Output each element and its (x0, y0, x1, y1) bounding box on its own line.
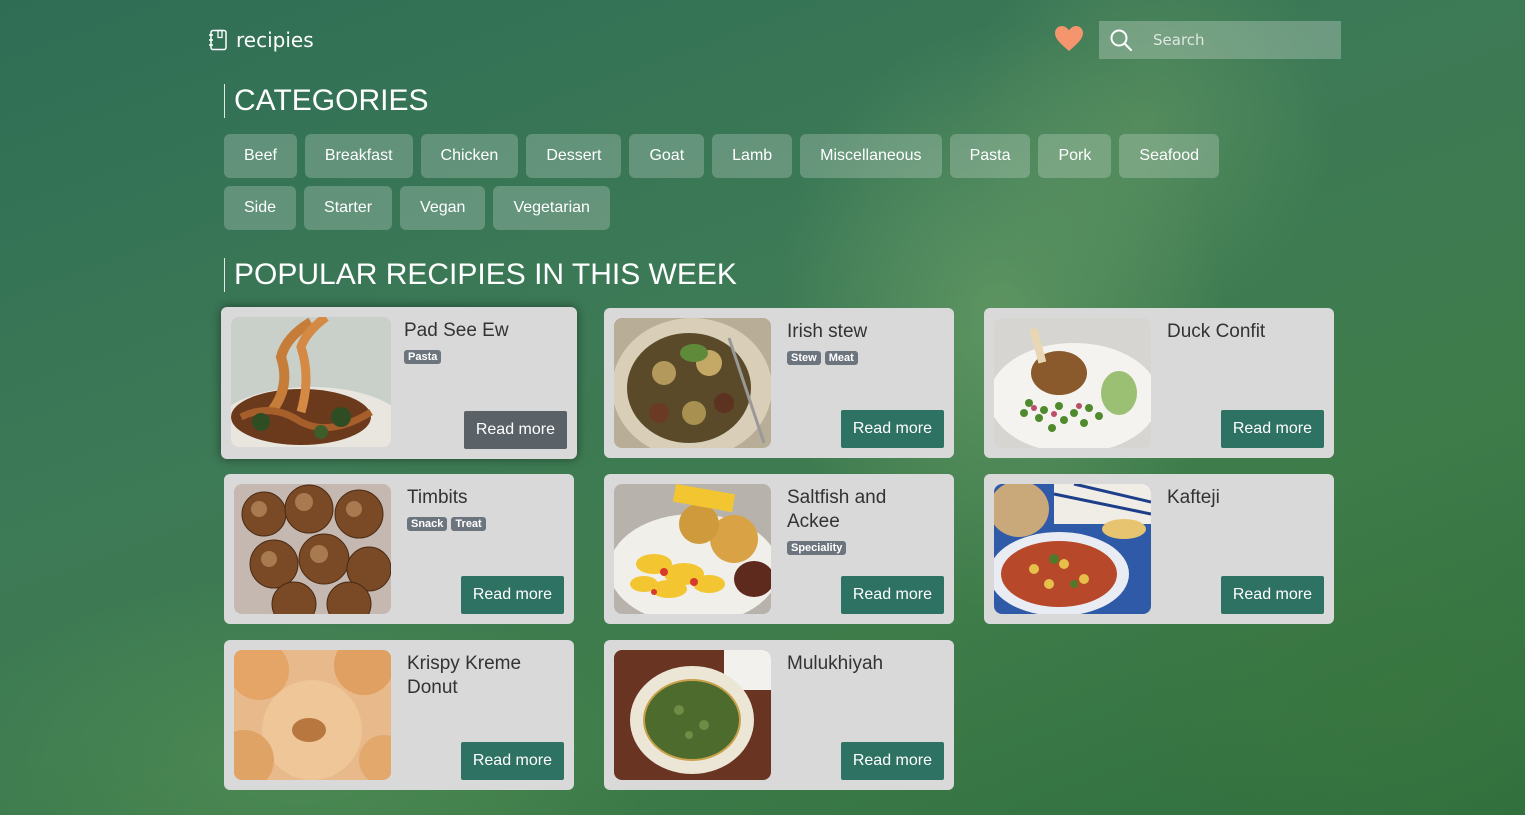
read-more-button[interactable]: Read more (840, 742, 944, 780)
recipe-title: Duck Confit (1167, 321, 1266, 342)
recipe-title: Irish stew (787, 321, 868, 342)
recipe-tag: Speciality (787, 541, 847, 555)
category-button-vegetarian[interactable]: Vegetarian (493, 186, 610, 230)
read-more-button[interactable]: Read more (840, 576, 944, 614)
timbits-photo (234, 484, 391, 614)
categories-heading: CATEGORIES (224, 84, 428, 118)
recipe-card: Mulukhiyah Read more (604, 640, 954, 790)
category-button-pasta[interactable]: Pasta (949, 134, 1031, 178)
stew-photo (614, 318, 771, 448)
recipe-tag: Meat (824, 351, 858, 365)
recipe-card: Kafteji Read more (984, 474, 1334, 624)
donut-photo (234, 650, 391, 780)
category-button-dessert[interactable]: Dessert (526, 134, 622, 178)
category-button-side[interactable]: Side (224, 186, 297, 230)
tag-list: Stew Meat (787, 351, 858, 365)
category-button-vegan[interactable]: Vegan (400, 186, 486, 230)
category-button-miscellaneous[interactable]: Miscellaneous (800, 134, 942, 178)
recipe-tag: Pasta (404, 350, 442, 364)
recipe-title: Pad See Ew (404, 320, 509, 341)
read-more-button[interactable]: Read more (1220, 410, 1324, 448)
category-button-lamb[interactable]: Lamb (712, 134, 793, 178)
category-button-goat[interactable]: Goat (629, 134, 705, 178)
category-button-beef[interactable]: Beef (224, 134, 297, 178)
logo-text: recipies (236, 28, 314, 52)
recipe-card: Saltfish and Ackee Speciality Read more (604, 474, 954, 624)
recipe-card: Irish stew Stew Meat Read more (604, 308, 954, 458)
category-button-breakfast[interactable]: Breakfast (304, 134, 413, 178)
recipe-title: Saltfish and Ackee (787, 487, 887, 532)
recipe-title: Krispy Kreme Donut (407, 653, 522, 698)
kafteji-photo (994, 484, 1151, 614)
read-more-button[interactable]: Read more (460, 576, 564, 614)
category-list: Beef Breakfast Chicken Dessert Goat Lamb… (224, 134, 1294, 230)
notebook-icon (208, 29, 228, 51)
recipe-tag: Stew (787, 351, 821, 365)
recipe-title: Timbits (407, 487, 468, 508)
tag-list: Pasta (404, 350, 442, 364)
app-logo[interactable]: recipies (208, 28, 314, 52)
search-input[interactable] (1153, 31, 1323, 49)
recipe-card: Krispy Kreme Donut Read more (224, 640, 574, 790)
recipe-tag: Treat (451, 517, 486, 531)
noodles-photo (231, 317, 391, 447)
mulukhiyah-photo (614, 650, 771, 780)
category-button-chicken[interactable]: Chicken (420, 134, 519, 178)
recipe-card: Pad See Ew Pasta Read more (221, 307, 577, 459)
search-icon[interactable] (1109, 28, 1133, 52)
tag-list: Snack Treat (407, 517, 486, 531)
read-more-button[interactable]: Read more (460, 742, 564, 780)
read-more-button[interactable]: Read more (840, 410, 944, 448)
recipe-title: Mulukhiyah (787, 653, 884, 674)
search-bar (1099, 21, 1341, 59)
category-button-pork[interactable]: Pork (1038, 134, 1112, 178)
popular-heading: POPULAR RECIPIES IN THIS WEEK (224, 258, 737, 292)
recipe-title: Kafteji (1167, 487, 1220, 508)
recipe-card: Duck Confit Read more (984, 308, 1334, 458)
recipe-tag: Snack (407, 517, 448, 531)
favorites-heart-icon[interactable] (1055, 26, 1083, 52)
read-more-button[interactable]: Read more (1220, 576, 1324, 614)
read-more-button[interactable]: Read more (463, 411, 567, 449)
category-button-starter[interactable]: Starter (304, 186, 393, 230)
category-button-seafood[interactable]: Seafood (1119, 134, 1219, 178)
saltfish-photo (614, 484, 771, 614)
duck-photo (994, 318, 1151, 448)
tag-list: Speciality (787, 541, 847, 555)
recipe-card: Timbits Snack Treat Read more (224, 474, 574, 624)
